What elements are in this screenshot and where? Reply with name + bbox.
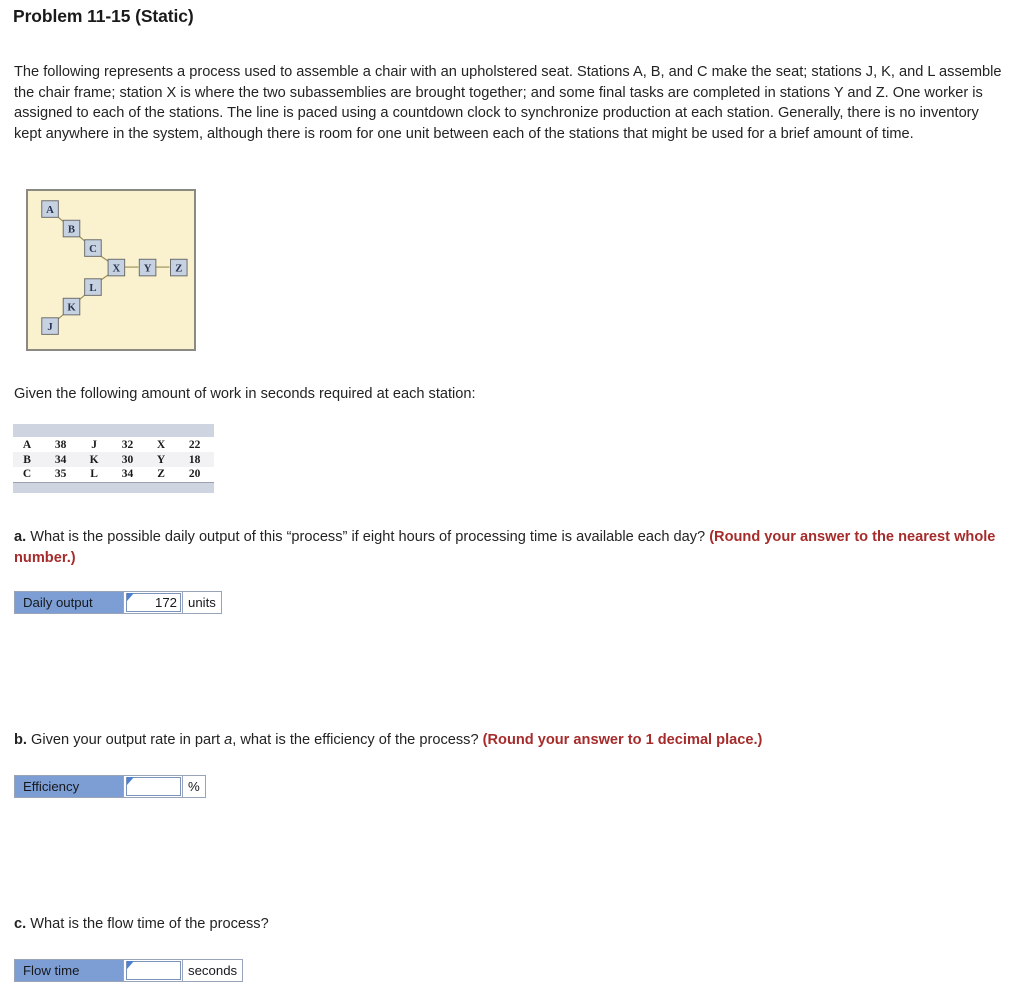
diagram-node-z: Z <box>170 258 188 277</box>
cell-time: 20 <box>175 467 214 482</box>
svg-text:B: B <box>68 223 75 235</box>
answer-label-flow-time: Flow time <box>15 960 123 981</box>
answer-label-daily-output: Daily output <box>15 592 123 613</box>
diagram-node-k: K <box>62 297 81 316</box>
question-c: c. What is the flow time of the process? <box>14 914 1014 935</box>
table-footer-bar <box>13 481 214 493</box>
cell-time: 32 <box>108 437 147 452</box>
cell-station: L <box>79 467 109 482</box>
problem-page: Problem 11-15 (Static) The following rep… <box>0 0 1024 1008</box>
question-a-text: What is the possible daily output of thi… <box>26 529 710 545</box>
svg-text:Z: Z <box>175 262 182 274</box>
question-a: a. What is the possible daily output of … <box>14 527 1014 568</box>
svg-text:X: X <box>112 262 120 274</box>
cell-station: X <box>146 437 176 452</box>
cell-station: C <box>13 467 42 482</box>
question-c-marker: c. <box>14 916 27 932</box>
given-work-label: Given the following amount of work in se… <box>14 386 476 402</box>
answer-input-cell-efficiency[interactable] <box>123 776 182 797</box>
efficiency-input[interactable] <box>126 777 181 796</box>
svg-text:J: J <box>47 321 53 333</box>
question-b-text-post: , what is the efficiency of the process? <box>232 732 483 748</box>
table-header-bar <box>13 424 214 437</box>
table-row: A 38 J 32 X 22 <box>13 437 214 452</box>
question-b-marker: b. <box>14 732 27 748</box>
cell-time: 38 <box>41 437 80 452</box>
diagram-node-y: Y <box>138 258 157 277</box>
station-times-table-wrapper: A 38 J 32 X 22 B 34 K 30 Y 18 C 35 L 34 … <box>13 424 214 493</box>
svg-text:L: L <box>89 282 96 294</box>
cell-time: 18 <box>175 452 214 467</box>
question-c-text: What is the flow time of the process? <box>26 916 269 932</box>
question-b-text-pre: Given your output rate in part <box>26 732 225 748</box>
cell-time: 34 <box>41 452 80 467</box>
question-b-rounding-note: (Round your answer to 1 decimal place.) <box>482 732 763 748</box>
cell-time: 34 <box>108 467 147 482</box>
cell-time: 35 <box>41 467 80 482</box>
question-a-marker: a. <box>14 529 27 545</box>
cell-time: 22 <box>175 437 214 452</box>
diagram-node-l: L <box>84 278 102 296</box>
cell-station: J <box>79 437 109 452</box>
table-header-bar-cell <box>13 424 214 437</box>
svg-text:A: A <box>46 204 54 216</box>
answer-unit-flow-time: seconds <box>182 960 243 981</box>
diagram-svg: A B C X Y Z L K J <box>41 200 188 335</box>
cell-station: Z <box>146 467 176 482</box>
answer-label-efficiency: Efficiency <box>15 776 123 797</box>
cell-station: K <box>79 452 109 467</box>
answer-row-efficiency[interactable]: Efficiency % <box>14 775 206 798</box>
question-b: b. Given your output rate in part a, wha… <box>14 730 1014 751</box>
table-row: B 34 K 30 Y 18 <box>13 452 214 467</box>
diagram-node-c: C <box>84 239 102 257</box>
answer-row-daily-output[interactable]: Daily output units <box>14 591 222 614</box>
answer-input-cell-daily-output[interactable] <box>123 592 182 613</box>
daily-output-input[interactable] <box>126 593 181 612</box>
diagram-node-a: A <box>41 200 59 218</box>
diagram-node-x: X <box>107 258 126 277</box>
cell-time: 30 <box>108 452 147 467</box>
page-title: Problem 11-15 (Static) <box>13 6 194 26</box>
station-times-table: A 38 J 32 X 22 B 34 K 30 Y 18 C 35 L 34 … <box>13 424 214 493</box>
answer-unit-daily-output: units <box>182 592 221 613</box>
answer-unit-efficiency: % <box>182 776 205 797</box>
table-footer-bar-cell <box>13 481 214 493</box>
flow-time-input[interactable] <box>126 961 181 980</box>
diagram-node-b: B <box>62 219 81 238</box>
svg-text:K: K <box>67 301 76 313</box>
problem-intro-text: The following represents a process used … <box>14 64 1002 142</box>
cell-station: Y <box>146 452 176 467</box>
svg-text:C: C <box>89 243 97 255</box>
table-row: C 35 L 34 Z 20 <box>13 467 214 482</box>
answer-row-flow-time[interactable]: Flow time seconds <box>14 959 244 982</box>
diagram-node-j: J <box>41 317 59 335</box>
cell-station: A <box>13 437 42 452</box>
svg-text:Y: Y <box>144 262 152 274</box>
cell-station: B <box>13 452 42 467</box>
process-flow-diagram: A B C X Y Z L K J <box>26 189 196 351</box>
answer-input-cell-flow-time[interactable] <box>123 960 182 981</box>
